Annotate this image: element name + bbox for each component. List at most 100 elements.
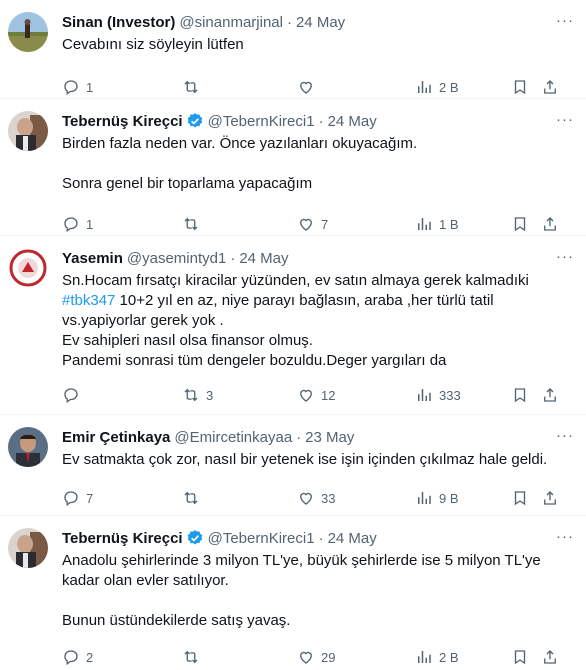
timestamp[interactable]: 23 May [305, 429, 354, 446]
reply-button[interactable]: 1 [62, 78, 182, 96]
bookmark-icon [511, 386, 529, 404]
tweet-text: Ev satmakta çok zor, nasıl bir yetenek i… [62, 451, 548, 468]
more-icon[interactable]: ··· [556, 111, 574, 128]
avatar[interactable] [8, 12, 48, 52]
timestamp[interactable]: 24 May [328, 113, 377, 130]
bookmark-icon [511, 215, 529, 233]
views-button[interactable]: 1 B [415, 215, 511, 233]
tweet-text: Cevabını siz söyleyin lütfen [62, 36, 244, 53]
views-icon [415, 78, 433, 96]
bookmark-button[interactable] [511, 78, 541, 96]
handle[interactable]: @sinanmarjinal [179, 14, 283, 31]
handle[interactable]: @Emircetinkayaa [174, 429, 292, 446]
like-count: 12 [321, 387, 336, 403]
share-icon [541, 78, 559, 96]
views-button[interactable]: 333 [415, 386, 511, 404]
bookmark-icon [511, 78, 529, 96]
bookmark-button[interactable] [511, 648, 541, 666]
like-icon [297, 386, 315, 404]
retweet-button[interactable] [182, 648, 297, 666]
share-icon [541, 489, 559, 507]
like-icon [297, 648, 315, 666]
handle[interactable]: @TebernKireci1 [208, 530, 315, 547]
display-name[interactable]: Sinan (Investor) [62, 14, 175, 31]
timestamp[interactable]: 24 May [328, 530, 377, 547]
reply-button[interactable]: 7 [62, 489, 182, 507]
reply-button[interactable]: 2 [62, 648, 182, 666]
like-count: 33 [321, 490, 336, 506]
views-icon [415, 215, 433, 233]
views-count: 9 B [439, 490, 459, 506]
verified-badge-icon [186, 112, 204, 130]
share-icon [541, 215, 559, 233]
like-button[interactable]: 29 [297, 648, 415, 666]
reply-count: 7 [86, 490, 94, 506]
like-button[interactable] [297, 78, 415, 96]
share-icon [541, 648, 559, 666]
tweet-header: Tebernüş Kireçci @TebernKireci1 · 24 May [62, 109, 570, 133]
separator-dot: · [230, 249, 236, 267]
timestamp[interactable]: 24 May [296, 14, 345, 31]
reply-icon [62, 386, 80, 404]
reply-icon [62, 648, 80, 666]
share-button[interactable] [541, 648, 559, 666]
display-name[interactable]: Tebernüş Kireçci [62, 530, 183, 547]
tweet-header: Yasemin @yasemintyd1 · 24 May [62, 246, 570, 270]
avatar[interactable] [8, 427, 48, 467]
tweet-header: Sinan (Investor) @sinanmarjinal · 24 May [62, 10, 570, 34]
like-icon [297, 489, 315, 507]
reply-button[interactable] [62, 386, 182, 404]
separator-dot: · [318, 112, 324, 130]
handle[interactable]: @TebernKireci1 [208, 113, 315, 130]
retweet-button[interactable] [182, 215, 297, 233]
retweet-icon [182, 386, 200, 404]
like-button[interactable]: 33 [297, 489, 415, 507]
like-button[interactable]: 12 [297, 386, 415, 404]
tweet[interactable]: ··· Yasemin @yasemintyd1 · 24 May Sn.Hoc… [0, 236, 586, 415]
like-icon [297, 78, 315, 96]
share-button[interactable] [541, 78, 559, 96]
share-button[interactable] [541, 489, 559, 507]
handle[interactable]: @yasemintyd1 [127, 250, 226, 267]
views-count: 2 B [439, 79, 459, 95]
retweet-icon [182, 215, 200, 233]
views-button[interactable]: 9 B [415, 489, 511, 507]
views-icon [415, 386, 433, 404]
display-name[interactable]: Tebernüş Kireçci [62, 113, 183, 130]
display-name[interactable]: Yasemin [62, 250, 123, 267]
more-icon[interactable]: ··· [556, 528, 574, 545]
views-count: 2 B [439, 649, 459, 665]
more-icon[interactable]: ··· [556, 427, 574, 444]
retweet-icon [182, 648, 200, 666]
avatar[interactable] [8, 528, 48, 568]
more-icon[interactable]: ··· [556, 12, 574, 29]
bookmark-button[interactable] [511, 215, 541, 233]
retweet-button[interactable] [182, 489, 297, 507]
bookmark-button[interactable] [511, 386, 541, 404]
views-button[interactable]: 2 B [415, 78, 511, 96]
hashtag-link[interactable]: #tbk347 [62, 292, 115, 309]
tweet[interactable]: ··· Tebernüş Kireçci @TebernKireci1 · 24… [0, 516, 586, 670]
action-bar: 2 29 2 B [62, 635, 570, 670]
tweet[interactable]: ··· Emir Çetinkaya @Emircetinkayaa · 23 … [0, 415, 586, 516]
share-button[interactable] [541, 215, 559, 233]
tweet[interactable]: ··· Tebernüş Kireçci @TebernKireci1 · 24… [0, 99, 586, 236]
timestamp[interactable]: 24 May [239, 250, 288, 267]
avatar[interactable] [8, 111, 48, 151]
retweet-button[interactable]: 3 [182, 386, 297, 404]
display-name[interactable]: Emir Çetinkaya [62, 429, 170, 446]
bookmark-button[interactable] [511, 489, 541, 507]
verified-badge-icon [186, 529, 204, 547]
action-bar: 7 33 9 B [62, 476, 570, 520]
like-button[interactable]: 7 [297, 215, 415, 233]
views-button[interactable]: 2 B [415, 648, 511, 666]
more-icon[interactable]: ··· [556, 248, 574, 265]
tweet[interactable]: ··· Sinan (Investor) @sinanmarjinal · 24… [0, 0, 586, 99]
share-button[interactable] [541, 386, 559, 404]
views-icon [415, 648, 433, 666]
avatar[interactable] [8, 248, 48, 288]
share-icon [541, 386, 559, 404]
reply-button[interactable]: 1 [62, 215, 182, 233]
retweet-button[interactable] [182, 78, 297, 96]
tweet-header: Emir Çetinkaya @Emircetinkayaa · 23 May [62, 425, 570, 449]
